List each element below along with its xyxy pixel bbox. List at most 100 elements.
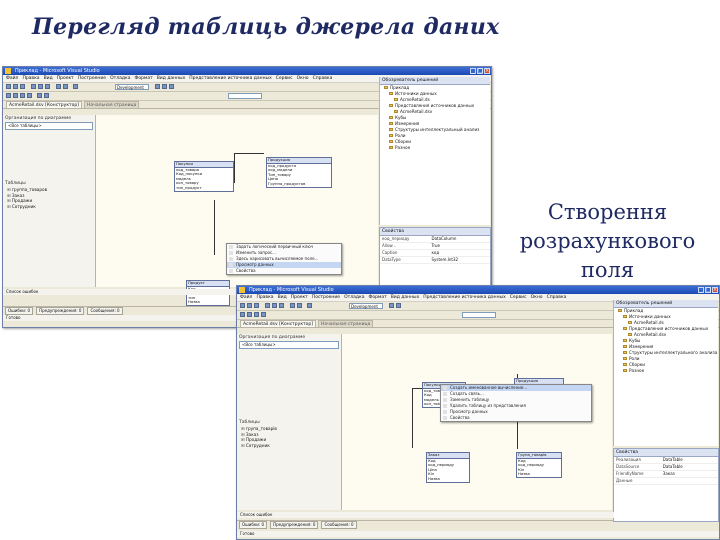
warnings-filter[interactable]: Предупреждения: 0 <box>270 521 319 529</box>
properties-icon[interactable] <box>396 303 401 308</box>
new-relation-icon[interactable] <box>254 312 259 317</box>
menu-item[interactable]: Вид данных <box>157 75 186 82</box>
property-value[interactable]: System.Int32 <box>432 257 459 263</box>
menu-item[interactable]: Справка <box>313 75 333 82</box>
menu-item[interactable]: Формат <box>368 294 386 301</box>
menu-item[interactable]: Проект <box>291 294 308 301</box>
copy-icon[interactable] <box>272 303 277 308</box>
zoom-combo[interactable] <box>462 312 496 318</box>
paste-icon[interactable] <box>279 303 284 308</box>
menu-item[interactable]: Окно <box>297 75 309 82</box>
cut-icon[interactable] <box>265 303 270 308</box>
refresh-icon[interactable] <box>27 93 32 98</box>
property-value[interactable]: код <box>432 250 440 256</box>
new-relation-icon[interactable] <box>20 93 25 98</box>
menu-item[interactable]: Файл <box>240 294 252 301</box>
undo-icon[interactable] <box>56 84 61 89</box>
maximize-icon[interactable]: □ <box>477 68 483 74</box>
diagram-table-field[interactable]: Группа_продуктов <box>267 181 331 187</box>
tab-start-page[interactable]: Начальная страница <box>84 101 140 108</box>
property-row[interactable]: DataSource DataTable <box>614 464 718 471</box>
errors-filter[interactable]: Ошибки: 0 <box>5 307 34 315</box>
minimize-icon[interactable]: _ <box>698 287 704 293</box>
new-calculation-icon[interactable] <box>247 312 252 317</box>
menu-item[interactable]: Вид <box>44 75 53 82</box>
close-icon[interactable]: × <box>712 287 718 293</box>
property-row[interactable]: Allow... True <box>380 243 490 250</box>
add-table-icon[interactable] <box>6 93 11 98</box>
diagram-table[interactable]: Заказ Код код_периоду Ціна Кіл Назва <box>426 452 470 483</box>
menu-item[interactable]: Сервис <box>510 294 527 301</box>
save-icon[interactable] <box>20 84 25 89</box>
find-icon[interactable] <box>389 303 394 308</box>
context-menu-item[interactable]: Свойства <box>227 268 341 274</box>
menu-item[interactable]: Проект <box>57 75 74 82</box>
properties-icon[interactable] <box>162 84 167 89</box>
menu-item[interactable]: Отладка <box>344 294 364 301</box>
run-icon[interactable] <box>73 84 78 89</box>
diagram-table[interactable]: Продукциякод_продуктакод_моделиТип_товар… <box>266 157 332 188</box>
table-list-item[interactable]: Сотрудник <box>241 443 341 449</box>
open-icon[interactable] <box>247 303 252 308</box>
context-menu-item[interactable]: Свойства <box>441 415 591 421</box>
menu-item[interactable]: Справка <box>547 294 567 301</box>
solution-tree-node[interactable]: Разное <box>388 145 490 151</box>
diagram-combo[interactable]: <Все таблицы> <box>239 341 339 349</box>
property-value[interactable]: True <box>432 243 441 249</box>
property-value[interactable]: DataTable <box>663 457 683 463</box>
warnings-filter[interactable]: Предупреждения: 0 <box>36 307 85 315</box>
diagram-table-field[interactable]: Назва <box>427 476 469 482</box>
window-1-titlebar[interactable]: Приклад - Microsoft Visual Studio _ □ × <box>3 67 491 75</box>
diagram-table-field[interactable]: Назва <box>187 300 229 305</box>
diagram-combo[interactable]: <Все таблицы> <box>5 122 93 130</box>
save-icon[interactable] <box>254 303 259 308</box>
property-row[interactable]: Данные <box>614 478 718 485</box>
errors-filter[interactable]: Ошибки: 0 <box>239 521 268 529</box>
find-icon[interactable] <box>155 84 160 89</box>
layout-icon[interactable] <box>44 93 49 98</box>
cut-icon[interactable] <box>31 84 36 89</box>
diagram-table-field[interactable]: тип_продукт <box>175 185 233 191</box>
new-project-icon[interactable] <box>240 303 245 308</box>
menu-item[interactable]: Представление источника данных <box>189 75 272 82</box>
add-table-icon[interactable] <box>240 312 245 317</box>
menu-item[interactable]: Сервис <box>276 75 293 82</box>
diagram-table-field[interactable]: Назва <box>517 472 561 477</box>
menu-item[interactable]: Отладка <box>110 75 130 82</box>
paste-icon[interactable] <box>45 84 50 89</box>
menu-item[interactable]: Формат <box>134 75 152 82</box>
new-project-icon[interactable] <box>6 84 11 89</box>
menu-item[interactable]: Представление источника данных <box>423 294 506 301</box>
menu-item[interactable]: Правка <box>256 294 273 301</box>
menu-item[interactable]: Построение <box>78 75 106 82</box>
property-value[interactable]: DataTable <box>663 464 683 470</box>
diagram-table[interactable]: Група_товарів Код код_периоду Кіл Назва <box>516 452 562 478</box>
refresh-icon[interactable] <box>261 312 266 317</box>
undo-icon[interactable] <box>290 303 295 308</box>
property-row[interactable]: Caption код <box>380 250 490 257</box>
tab-dsv-designer[interactable]: AcmeRetail.dsv [Конструктор] <box>6 101 83 108</box>
copy-icon[interactable] <box>38 84 43 89</box>
window-1-diagram-canvas[interactable]: Покупки код_товара Код_покупки модель кол_то… <box>96 115 378 306</box>
property-row[interactable]: код_периоду DataColumn <box>380 236 490 243</box>
new-calculation-icon[interactable] <box>13 93 18 98</box>
menu-item[interactable]: Вид данных <box>391 294 420 301</box>
property-row[interactable]: Реализация DataTable <box>614 457 718 464</box>
diagram-table[interactable]: Покупки код_товара Код_покупки модель кол_то… <box>174 161 234 192</box>
tab-start-page[interactable]: Начальная страница <box>318 320 374 327</box>
window-2-titlebar[interactable]: Приклад - Microsoft Visual Studio _ □ × <box>237 286 719 294</box>
close-icon[interactable]: × <box>484 68 490 74</box>
messages-filter[interactable]: Сообщения: 0 <box>321 521 357 529</box>
redo-icon[interactable] <box>63 84 68 89</box>
property-row[interactable]: DataType System.Int32 <box>380 257 490 264</box>
property-value[interactable]: Заказ <box>663 471 675 477</box>
minimize-icon[interactable]: _ <box>470 68 476 74</box>
menu-item[interactable]: Вид <box>278 294 287 301</box>
messages-filter[interactable]: Сообщения: 0 <box>87 307 123 315</box>
toolbox-icon[interactable] <box>169 84 174 89</box>
zoom-combo[interactable] <box>228 93 262 99</box>
menu-item[interactable]: Построение <box>312 294 340 301</box>
redo-icon[interactable] <box>297 303 302 308</box>
menu-item[interactable]: Окно <box>531 294 543 301</box>
maximize-icon[interactable]: □ <box>705 287 711 293</box>
